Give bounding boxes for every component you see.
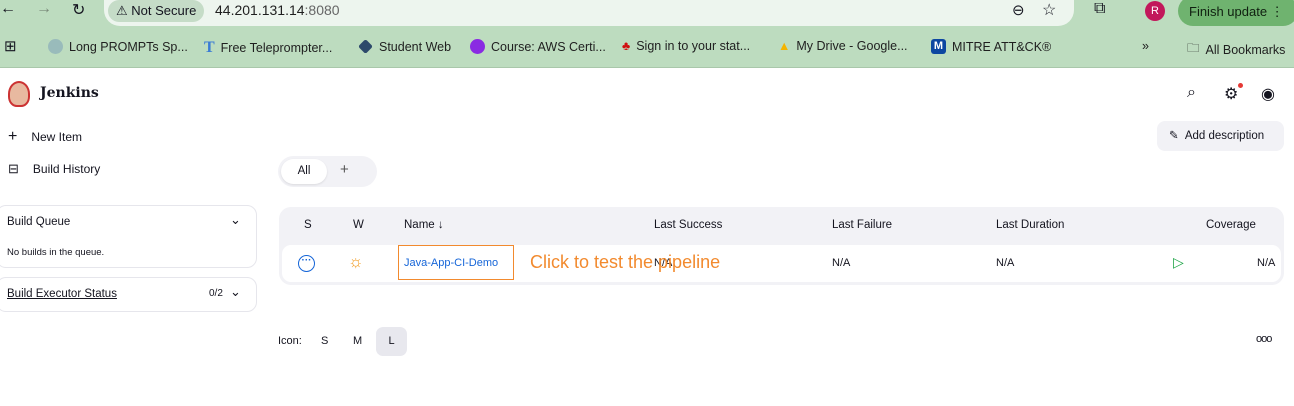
tab-all[interactable]: All [281,159,327,184]
star-icon[interactable]: ☆ [1042,0,1056,20]
drive-icon: ▲ [778,39,791,53]
gear-icon[interactable]: ⚙ [1224,84,1238,104]
icon-size-label: Icon: [278,335,302,347]
bookmark-4[interactable]: Course: AWS Certi... [470,39,606,54]
view-tabs: All + [278,156,377,187]
browser-chrome: ← → ↻ ⚠ Not Secure 44.201.131.14:8080 ⊖ … [0,0,1294,68]
bookmark-label: Sign in to your stat... [636,39,751,53]
build-queue-panel: Build Queue ⌄ No builds in the queue. [0,205,257,268]
bookmark-3[interactable]: Student Web [358,39,451,54]
bookmark-label: Course: AWS Certi... [491,39,606,54]
teleprompter-icon: T [204,39,215,56]
chevron-down-icon[interactable]: ⌄ [230,212,241,228]
icon-size-m[interactable]: M [353,335,362,347]
bookmark-7[interactable]: M MITRE ATT&CK® [931,39,1051,54]
bookmark-label: MITRE ATT&CK® [952,39,1052,54]
bookmark-label: My Drive - Google... [796,39,908,53]
more-options-icon[interactable]: ooo [1256,333,1272,345]
job-link[interactable]: Java-App-CI-Demo [404,257,498,269]
user-icon[interactable]: ◉ [1261,84,1275,104]
icon-size-s[interactable]: S [321,335,328,347]
bookmark-1[interactable]: Long PROMPTs Sp... [48,39,188,54]
zoom-icon[interactable]: ⊖ [1012,1,1025,19]
inbox-icon: ⊟ [8,161,19,176]
finish-update-label: Finish update [1189,4,1268,19]
executor-panel: Build Executor Status 0/2 ⌄ [0,277,257,312]
student-web-icon [358,39,373,54]
url-text[interactable]: 44.201.131.14:8080 [215,2,340,18]
status-pending-icon[interactable]: ··· [298,255,315,272]
column-weather[interactable]: W [353,219,364,231]
annotation-text: Click to test the pipeline [530,252,721,272]
column-last-failure[interactable]: Last Failure [832,219,892,231]
apps-icon[interactable]: ⊞ [4,37,17,55]
url-port: :8080 [304,2,340,18]
build-history-label: Build History [32,162,101,176]
build-now-play-icon[interactable]: ▷ [1173,254,1184,271]
bookmark-favicon-icon [48,39,63,54]
add-description-label: Add description [1184,130,1265,142]
mitre-icon: M [931,39,946,54]
column-last-success[interactable]: Last Success [654,219,722,231]
back-icon[interactable]: ← [0,0,16,18]
add-description-button[interactable]: ✎ Add description [1157,121,1284,151]
pencil-icon: ✎ [1169,130,1179,142]
maple-leaf-icon: ♣ [622,39,631,53]
coverage-value: N/A [1257,257,1276,269]
all-bookmarks-label: All Bookmarks [1205,42,1286,57]
plus-icon: + [8,128,18,145]
sidebar-item-new-item[interactable]: + New Item [8,128,82,146]
icon-size-l[interactable]: L [376,327,407,356]
search-icon[interactable]: ⌕ [1187,84,1196,102]
all-bookmarks[interactable]: 🗀 All Bookmarks [1187,39,1285,60]
jenkins-logo[interactable] [8,81,30,107]
column-name[interactable]: Name ↓ [404,219,444,231]
security-chip[interactable]: ⚠ Not Secure [108,0,205,22]
security-label: Not Secure [131,3,197,18]
finish-update-button[interactable]: Finish update ⋮ [1178,0,1294,26]
more-bookmarks-button[interactable]: » [1142,39,1149,53]
last-duration-value: N/A [996,257,1015,269]
column-coverage[interactable]: Coverage [1206,219,1256,231]
folder-icon: 🗀 [1187,41,1200,55]
bookmark-6[interactable]: ▲ My Drive - Google... [778,39,908,53]
reload-icon[interactable]: ↻ [72,0,85,20]
warning-icon: ⚠ [116,3,132,18]
bookmark-label: Student Web [379,39,452,54]
notification-dot [1238,83,1243,88]
extensions-icon[interactable]: ⧉ [1094,0,1105,18]
profile-avatar[interactable]: R [1145,1,1165,21]
forward-icon[interactable]: → [36,0,52,18]
executor-count: 0/2 [209,288,223,299]
queue-empty-text: No builds in the queue. [7,247,105,258]
executor-status-link[interactable]: Build Executor Status [7,288,117,300]
column-status[interactable]: S [304,219,312,231]
add-view-tab[interactable]: + [340,161,349,178]
app-title[interactable]: Jenkins [40,85,99,101]
column-last-duration[interactable]: Last Duration [996,219,1064,231]
build-queue-title[interactable]: Build Queue [7,216,70,228]
course-icon [470,39,485,54]
bookmark-label: Long PROMPTs Sp... [69,39,188,54]
new-item-label: New Item [31,130,83,144]
sidebar-item-build-history[interactable]: ⊟ Build History [8,161,100,177]
weather-sunny-icon: ☼ [348,252,364,271]
bookmark-5[interactable]: ♣ Sign in to your stat... [622,39,750,53]
bookmark-label: Free Teleprompter... [220,41,333,55]
bookmark-2[interactable]: T Free Teleprompter... [204,39,332,57]
last-failure-value: N/A [832,257,851,269]
chevron-down-icon[interactable]: ⌄ [230,284,241,300]
url-host: 44.201.131.14 [215,2,305,18]
